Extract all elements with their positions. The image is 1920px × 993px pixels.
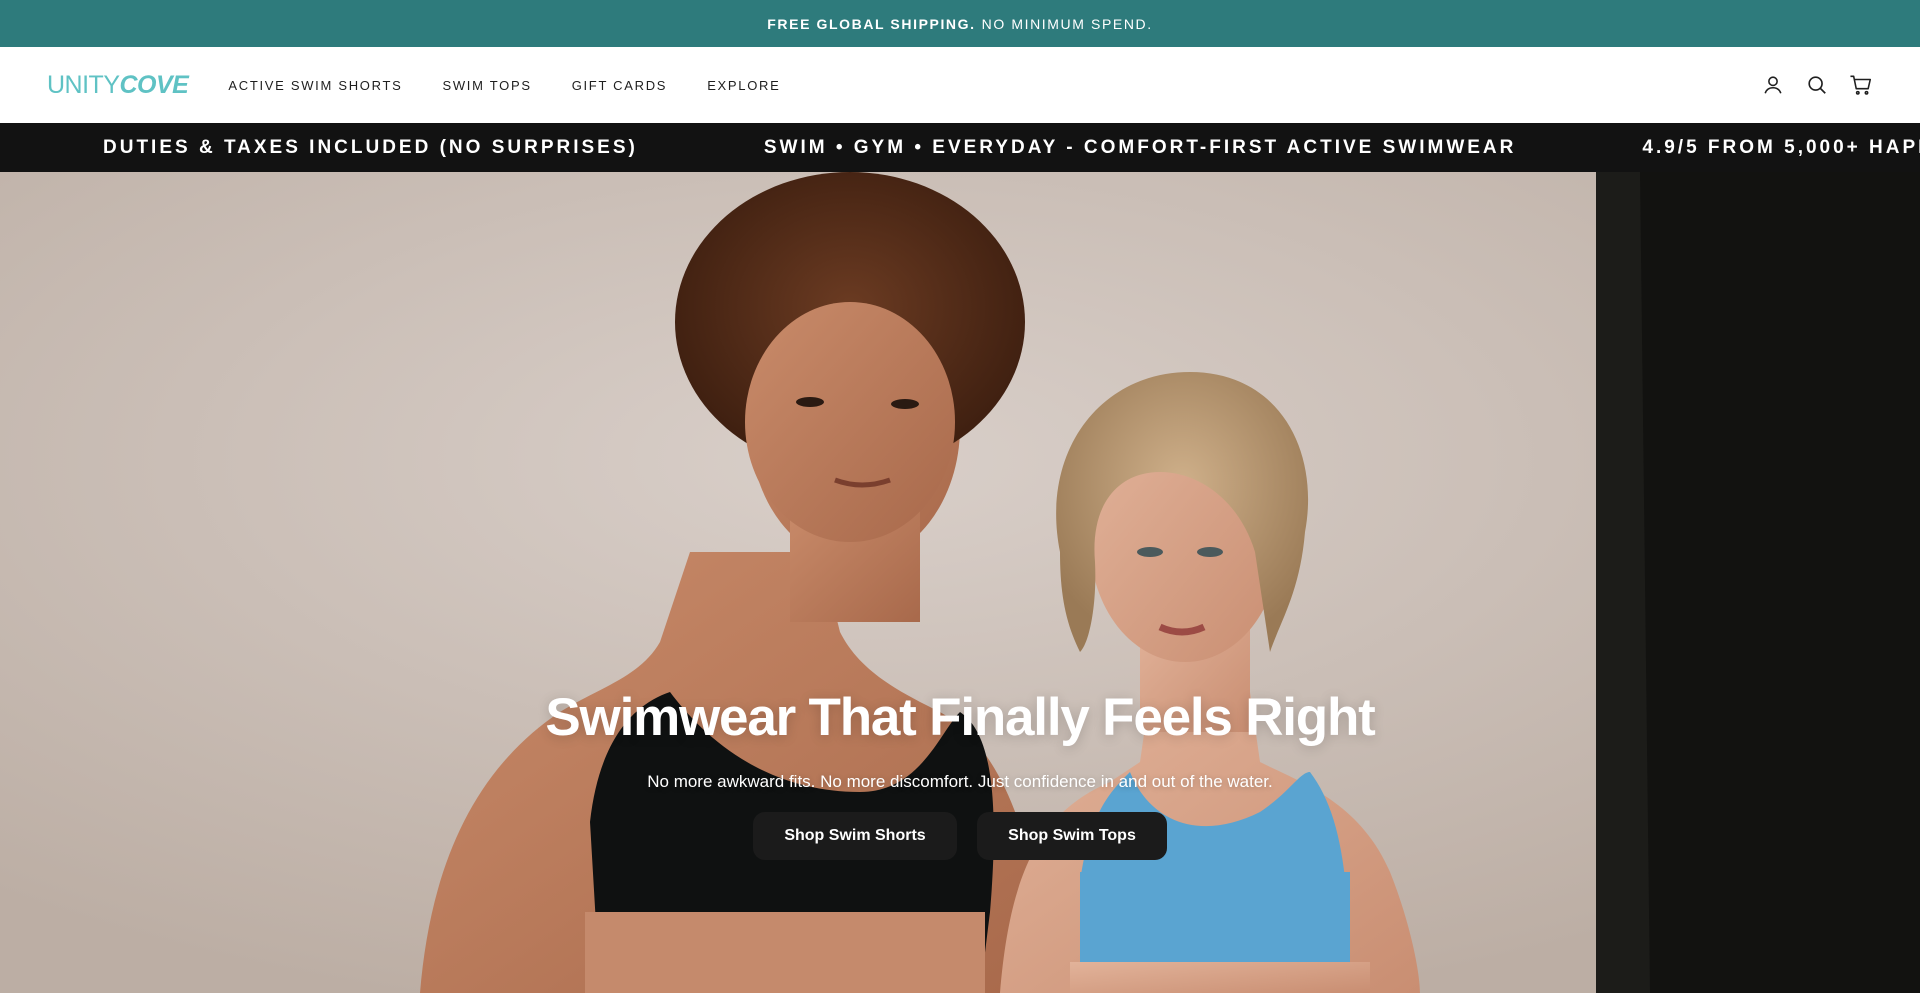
marquee-track: DUTIES & TAXES INCLUDED (NO SURPRISES) S… bbox=[0, 137, 1920, 159]
logo-text-unity: UNITY bbox=[47, 70, 120, 99]
nav-item-gift-cards[interactable]: GIFT CARDS bbox=[572, 78, 668, 93]
hero-image bbox=[0, 172, 1920, 993]
nav-item-active-swim-shorts[interactable]: ACTIVE SWIM SHORTS bbox=[228, 78, 402, 93]
shop-swim-tops-button[interactable]: Shop Swim Tops bbox=[977, 812, 1167, 860]
hero-subtitle: No more awkward fits. No more discomfort… bbox=[647, 772, 1273, 791]
shop-swim-shorts-button[interactable]: Shop Swim Shorts bbox=[753, 812, 957, 860]
header-icons bbox=[1761, 73, 1873, 97]
site-header: UNITY COVE ACTIVE SWIM SHORTS SWIM TOPS G… bbox=[0, 47, 1920, 123]
announcement-bold: FREE GLOBAL SHIPPING. bbox=[767, 15, 976, 32]
announcement-text: NO MINIMUM SPEND. bbox=[981, 15, 1153, 32]
nav-item-explore[interactable]: EXPLORE bbox=[707, 78, 780, 93]
hero-buttons: Shop Swim Shorts Shop Swim Tops bbox=[0, 812, 1920, 860]
marquee-item: DUTIES & TAXES INCLUDED (NO SURPRISES) bbox=[103, 136, 638, 158]
hero-title: Swimwear That Finally Feels Right bbox=[545, 688, 1375, 747]
logo[interactable]: UNITY COVE bbox=[47, 70, 189, 100]
main-nav: ACTIVE SWIM SHORTS SWIM TOPS GIFT CARDS … bbox=[228, 78, 820, 93]
account-icon[interactable] bbox=[1761, 73, 1785, 97]
search-icon[interactable] bbox=[1805, 73, 1829, 97]
hero-section: Swimwear That Finally Feels Right No mor… bbox=[0, 172, 1920, 993]
marquee-item: SWIM • GYM • EVERYDAY - COMFORT-FIRST AC… bbox=[763, 136, 1517, 158]
nav-item-swim-tops[interactable]: SWIM TOPS bbox=[442, 78, 531, 93]
cart-icon[interactable] bbox=[1849, 73, 1873, 97]
announcement-bar: FREE GLOBAL SHIPPING. NO MINIMUM SPEND. bbox=[0, 0, 1920, 47]
marquee-item: 4.9/5 FROM 5,000+ HAPPY CU bbox=[1642, 136, 1920, 158]
logo-text-cove: COVE bbox=[119, 70, 189, 99]
marquee-banner: DUTIES & TAXES INCLUDED (NO SURPRISES) S… bbox=[0, 123, 1920, 172]
